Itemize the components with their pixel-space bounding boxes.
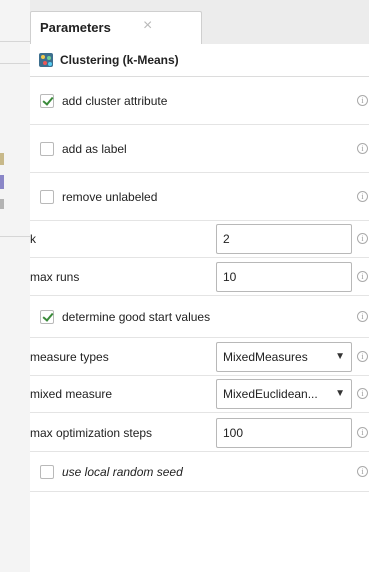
info-icon[interactable]: i	[357, 95, 368, 106]
param-row-max-runs: max runs 10 i	[30, 258, 369, 296]
param-row-max-optimization-steps: max optimization steps 100 i	[30, 413, 369, 452]
use-local-random-seed-checkbox[interactable]	[40, 465, 54, 479]
info-icon[interactable]: i	[357, 388, 368, 399]
close-icon[interactable]: ×	[143, 18, 152, 34]
measure-types-label: measure types	[30, 350, 109, 364]
operator-title: Clustering (k-Means)	[60, 53, 179, 67]
measure-types-select[interactable]: MixedMeasures ▼	[216, 342, 352, 372]
chevron-down-icon: ▼	[335, 388, 345, 399]
add-as-label-checkbox[interactable]	[40, 142, 54, 156]
determine-good-start-values-checkbox[interactable]	[40, 310, 54, 324]
remove-unlabeled-label: remove unlabeled	[62, 190, 158, 204]
operator-header: Clustering (k-Means)	[30, 44, 369, 77]
parameters-panel: Clustering (k-Means) add cluster attribu…	[30, 44, 369, 572]
info-icon[interactable]: i	[357, 191, 368, 202]
parameters-window: Parameters × Clustering (k-Means) add cl…	[0, 0, 369, 572]
divider	[0, 41, 30, 42]
param-row-use-local-random-seed: use local random seed i	[30, 452, 369, 492]
info-icon[interactable]: i	[357, 143, 368, 154]
use-local-random-seed-label: use local random seed	[62, 465, 183, 479]
mixed-measure-label: mixed measure	[30, 387, 113, 401]
add-as-label-label: add as label	[62, 142, 127, 156]
info-icon[interactable]: i	[357, 427, 368, 438]
chevron-down-icon: ▼	[335, 351, 345, 362]
edge-marker	[0, 199, 4, 209]
measure-types-value: MixedMeasures	[223, 350, 308, 364]
max-optimization-steps-input[interactable]: 100	[216, 418, 352, 448]
determine-good-start-values-label: determine good start values	[62, 310, 211, 324]
remove-unlabeled-checkbox[interactable]	[40, 190, 54, 204]
edge-marker	[0, 175, 4, 189]
param-row-k: k 2 i	[30, 221, 369, 258]
mixed-measure-select[interactable]: MixedEuclidean... ▼	[216, 379, 352, 409]
edge-marker	[0, 153, 4, 165]
max-runs-input[interactable]: 10	[216, 262, 352, 292]
info-icon[interactable]: i	[357, 351, 368, 362]
k-input[interactable]: 2	[216, 224, 352, 254]
info-icon[interactable]: i	[357, 271, 368, 282]
param-row-measure-types: measure types MixedMeasures ▼ i	[30, 338, 369, 376]
add-cluster-attribute-checkbox[interactable]	[40, 94, 54, 108]
tab-parameters[interactable]: Parameters ×	[30, 11, 202, 44]
max-optimization-steps-label: max optimization steps	[30, 426, 153, 440]
k-label: k	[30, 232, 36, 246]
divider	[0, 236, 30, 237]
info-icon[interactable]: i	[357, 233, 368, 244]
param-row-determine-good-start-values: determine good start values i	[30, 296, 369, 338]
param-row-add-as-label: add as label i	[30, 125, 369, 173]
mixed-measure-value: MixedEuclidean...	[223, 387, 318, 401]
tab-label: Parameters	[40, 20, 111, 35]
param-row-remove-unlabeled: remove unlabeled i	[30, 173, 369, 221]
add-cluster-attribute-label: add cluster attribute	[62, 94, 168, 108]
adjacent-panel-edge	[0, 0, 30, 572]
info-icon[interactable]: i	[357, 311, 368, 322]
info-icon[interactable]: i	[357, 466, 368, 477]
divider	[0, 63, 30, 64]
param-row-add-cluster-attribute: add cluster attribute i	[30, 77, 369, 125]
tab-bar: Parameters ×	[30, 0, 369, 45]
max-runs-label: max runs	[30, 270, 80, 284]
clustering-icon	[39, 53, 53, 67]
param-row-mixed-measure: mixed measure MixedEuclidean... ▼ i	[30, 376, 369, 413]
